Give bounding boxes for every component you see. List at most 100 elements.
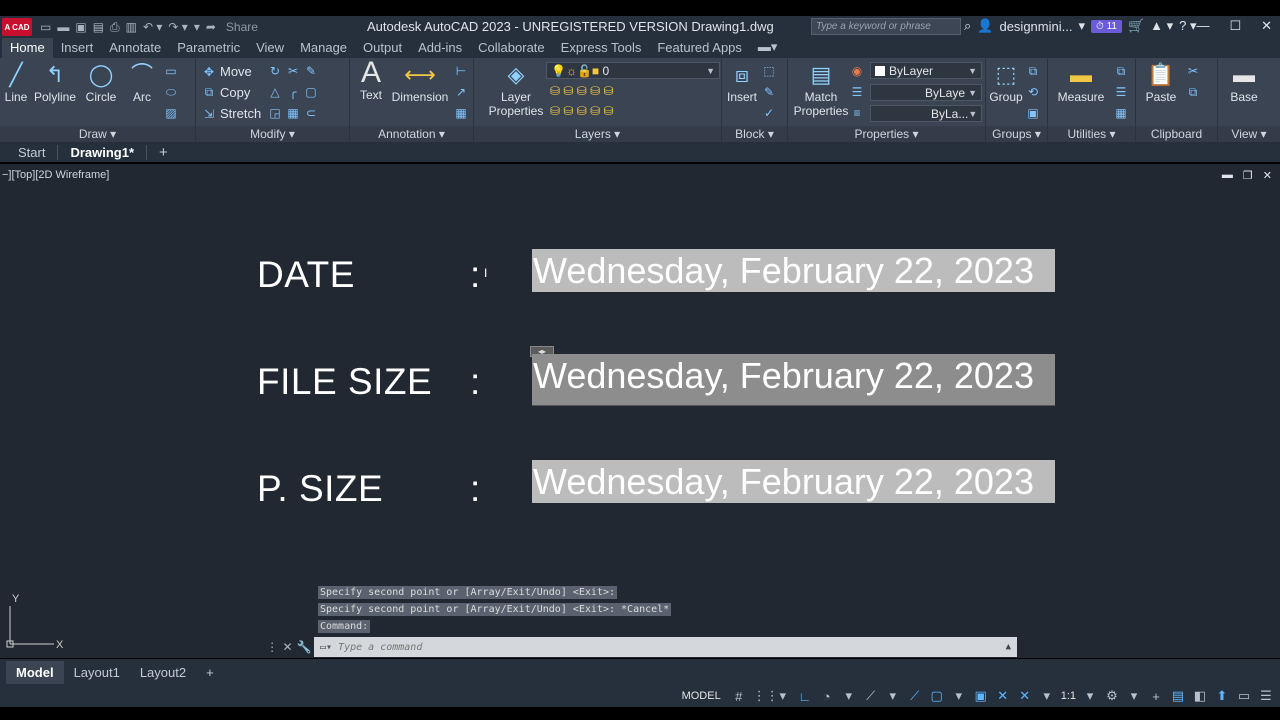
isolate-objects-icon[interactable]: ◧ [1192,688,1208,704]
viewport-close-icon[interactable]: ✕ [1263,169,1272,182]
cart-icon[interactable]: 🛒 [1128,18,1144,34]
insert-button[interactable]: ⧈ Insert [724,62,760,104]
group-select-tool[interactable]: ▣ [1026,106,1040,120]
ungroup-tool[interactable]: ⧉ [1026,64,1040,79]
tab-collaborate[interactable]: Collaborate [470,38,553,58]
osnap-dropdown-icon[interactable]: ▾ [951,688,967,704]
print-icon[interactable]: ⎙ [110,20,120,35]
layers-panel-title[interactable]: Layers ▾ [474,127,721,141]
color-dropdown[interactable]: ByLayer ▼ [870,62,982,79]
viewport-controls[interactable]: −][Top][2D Wireframe] [2,169,109,181]
color-wheel-icon[interactable]: ◉ [850,64,864,78]
isodraft-icon[interactable]: ⟋ [863,688,879,704]
match-properties-button[interactable]: ▤ Match Properties [792,62,850,118]
modify-panel-title[interactable]: Modify ▾ [196,127,349,141]
annotation-scale-dropdown-icon[interactable]: ▾ [1039,688,1055,704]
tab-layout1[interactable]: Layout1 [64,661,130,684]
polyline-button[interactable]: ↰ Polyline [32,62,78,104]
table-tool[interactable]: ▦ [454,106,468,120]
object-snap-tracking-icon[interactable]: ⟋ [907,688,923,704]
share-button[interactable]: Share [226,20,258,34]
help-icon[interactable]: ? ▾ [1179,18,1196,34]
polar-dropdown-icon[interactable]: ▾ [841,688,857,704]
copy-clip-tool[interactable]: ⧉ [1186,85,1200,100]
qat-dropdown-icon[interactable]: ▾ [194,20,200,34]
tab-view[interactable]: View [248,38,292,58]
colon-file-size[interactable]: : [470,361,480,403]
workspace-gear-icon[interactable]: ⚙ [1104,688,1120,704]
tab-insert[interactable]: Insert [53,38,102,58]
notifications-badge[interactable]: ⏱ 11 [1090,19,1122,33]
linetype-dropdown[interactable]: ByLaye ▼ [870,84,982,101]
rotate-tool[interactable]: ↻ ✂ ✎ [268,64,318,78]
command-input[interactable]: ▭▾ Type a command ▲ [314,637,1017,657]
viewport-restore-icon[interactable]: ❐ [1243,169,1253,182]
minimize-icon[interactable]: — [1196,18,1209,34]
annotation-visibility-icon[interactable]: ✕ [1017,688,1033,704]
save-icon[interactable]: ▣ [75,20,86,34]
clean-screen-icon[interactable]: ▭ [1236,688,1252,704]
quick-calc-tool[interactable]: ⧉ [1114,64,1128,79]
linear-dim-tool[interactable]: ⊢ [454,64,468,78]
search-icon[interactable]: ⌕ [964,18,971,34]
close-command-icon[interactable]: ✕ [282,640,292,654]
snap-icon[interactable]: ⋮⋮ [753,688,779,704]
tab-model[interactable]: Model [6,660,64,684]
isodraft-dropdown-icon[interactable]: ▾ [885,688,901,704]
tab-featured-apps[interactable]: Featured Apps [649,38,750,58]
add-layout-button[interactable]: + [196,661,224,684]
maximize-icon[interactable]: ☐ [1229,18,1241,34]
ellipse-tool[interactable]: ⬭ [164,85,178,100]
ortho-icon[interactable]: ∟ [797,689,813,704]
customize-wrench-icon[interactable]: 🔧 [297,640,312,654]
group-edit-tool[interactable]: ⟲ [1026,85,1040,99]
new-tab-button[interactable]: + [147,144,180,161]
annotation-scale-icon[interactable]: ✕ [995,688,1011,704]
leader-tool[interactable]: ↗ [454,85,468,99]
properties-panel-title[interactable]: Properties ▾ [788,127,985,141]
snap-dropdown-icon[interactable]: ▾ [775,688,791,704]
tab-output[interactable]: Output [355,38,410,58]
utilities-panel-title[interactable]: Utilities ▾ [1048,127,1135,141]
units-icon[interactable]: ▤ [1170,688,1186,704]
open-file-icon[interactable]: ▬ [57,20,69,34]
stretch-button[interactable]: ⇲ Stretch [202,106,261,121]
line-button[interactable]: ╱ Line [2,62,30,104]
undo-icon[interactable]: ↶ ▾ [143,20,162,34]
user-dropdown-icon[interactable]: ▾ [1078,18,1085,34]
model-space-button[interactable]: MODEL [682,690,721,702]
label-date[interactable]: DATE [257,254,355,296]
label-file-size[interactable]: FILE SIZE [257,361,432,403]
user-icon[interactable]: 👤 [977,18,993,34]
plus-icon[interactable]: + [1148,689,1164,704]
hatch-tool[interactable]: ▨ [164,106,178,120]
mirror-tool[interactable]: △ ╭ ▢ [268,85,318,99]
lineweight-dropdown[interactable]: ByLa... ▼ [870,105,982,122]
autodesk-app-icon[interactable]: ▲ ▾ [1150,18,1173,34]
label-paper-size[interactable]: P. SIZE [257,468,383,510]
tab-express-tools[interactable]: Express Tools [553,38,650,58]
groups-panel-title[interactable]: Groups ▾ [986,127,1047,141]
colon-date[interactable]: : [470,254,480,296]
drawing-canvas[interactable]: −][Top][2D Wireframe] ▬ ❐ ✕ DATE : Wedne… [0,164,1280,658]
save-as-icon[interactable]: ▤ [93,20,104,34]
group-button[interactable]: ⬚ Group [988,62,1024,104]
annotation-scale-value[interactable]: 1:1 [1061,690,1076,702]
layer-properties-button[interactable]: ◈ Layer Properties [484,62,548,118]
annotation-panel-title[interactable]: Annotation ▾ [350,127,473,141]
autocad-logo-icon[interactable]: A CAD [2,18,32,36]
ribbon-options-icon[interactable]: ▬▾ [750,37,786,58]
polar-icon[interactable]: ◔ [819,689,835,704]
date-field[interactable]: Wednesday, February 22, 2023 [532,249,1055,292]
chevron-up-icon[interactable]: ▲ [1006,642,1011,652]
rectangle-tool[interactable]: ▭ [164,64,178,78]
hardware-acceleration-icon[interactable]: ⬆ [1214,688,1230,704]
object-snap-icon[interactable]: ▢ [929,688,945,704]
transparency-icon[interactable]: ▣ [973,688,989,704]
close-icon[interactable]: ✕ [1261,18,1272,34]
circle-button[interactable]: ◯ Circle [84,62,118,104]
new-file-icon[interactable]: ▭ [40,20,51,34]
create-block-tool[interactable]: ⬚ [762,64,776,78]
cut-tool[interactable]: ✂ [1186,64,1200,78]
tab-addins[interactable]: Add-ins [410,38,470,58]
